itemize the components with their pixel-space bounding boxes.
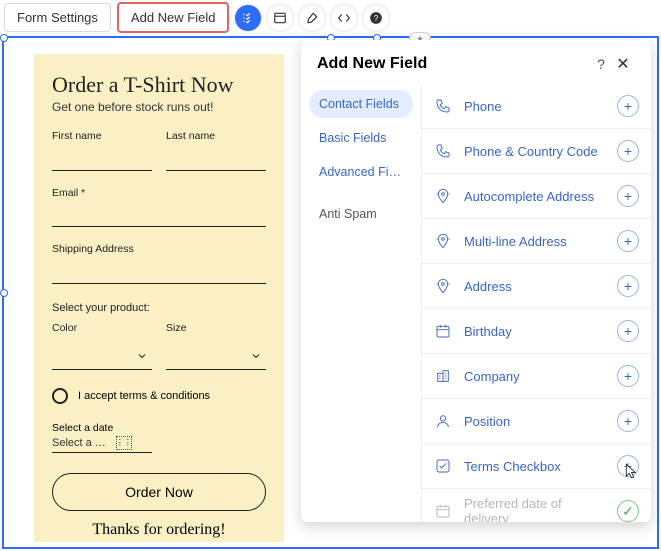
field-row[interactable]: Preferred date of delivery ✓ (422, 489, 651, 522)
date-placeholder: Select a … (52, 437, 106, 449)
order-now-button[interactable]: Order Now (52, 473, 266, 511)
form-preview: Order a T-Shirt Now Get one before stock… (34, 54, 284, 542)
nav-anti-spam[interactable]: Anti Spam (309, 200, 413, 228)
phone-icon (434, 143, 452, 159)
add-new-field-button[interactable]: Add New Field (117, 2, 230, 33)
panel-close-button[interactable]: ✕ (611, 54, 635, 74)
size-select[interactable] (166, 344, 266, 370)
first-name-input[interactable] (52, 153, 152, 171)
checklist-icon[interactable] (235, 5, 261, 31)
pin-icon (434, 188, 452, 204)
field-row[interactable]: Birthday + (422, 309, 651, 354)
add-field-button[interactable]: + (617, 365, 639, 387)
help-icon[interactable]: ? (363, 5, 389, 31)
field-row[interactable]: Autocomplete Address + (422, 174, 651, 219)
field-row[interactable]: Terms Checkbox + (422, 444, 651, 489)
add-field-button[interactable]: + (617, 140, 639, 162)
last-name-label: Last name (166, 130, 266, 142)
chevron-down-icon (250, 350, 262, 362)
chevron-down-icon (136, 350, 148, 362)
field-added-icon[interactable]: ✓ (617, 500, 639, 522)
field-label: Phone & Country Code (464, 144, 605, 159)
form-subtitle: Get one before stock runs out! (52, 100, 266, 114)
add-field-button[interactable]: + (617, 455, 639, 477)
add-field-button[interactable]: + (617, 320, 639, 342)
field-label: Position (464, 414, 605, 429)
field-row[interactable]: Multi-line Address + (422, 219, 651, 264)
thanks-text: Thanks for ordering! (52, 521, 266, 539)
color-label: Color (52, 322, 152, 334)
field-row[interactable]: Phone & Country Code + (422, 129, 651, 174)
terms-label: I accept terms & conditions (78, 390, 210, 402)
add-field-button[interactable]: + (617, 185, 639, 207)
cal-icon (434, 503, 452, 519)
add-field-button[interactable]: + (617, 410, 639, 432)
field-label: Birthday (464, 324, 605, 339)
field-label: Terms Checkbox (464, 459, 605, 474)
field-label: Preferred date of delivery (464, 496, 605, 522)
add-field-button[interactable]: + (617, 275, 639, 297)
brush-icon[interactable] (299, 5, 325, 31)
color-select[interactable] (52, 344, 152, 370)
date-picker[interactable]: Select a … ⋮⋮ (52, 436, 152, 453)
email-input[interactable] (52, 209, 266, 227)
panel-help-button[interactable]: ? (591, 56, 611, 72)
shipping-input[interactable] (52, 266, 266, 284)
pin-icon (434, 278, 452, 294)
panel-title: Add New Field (317, 55, 591, 73)
add-field-panel: Add New Field ? ✕ Contact Fields Basic F… (301, 40, 651, 522)
field-label: Phone (464, 99, 605, 114)
first-name-label: First name (52, 130, 152, 142)
layout-icon[interactable] (267, 5, 293, 31)
svg-text:?: ? (374, 13, 379, 22)
cal-icon (434, 323, 452, 339)
select-product-label: Select your product: (52, 302, 266, 314)
field-label: Multi-line Address (464, 234, 605, 249)
terms-radio[interactable] (52, 388, 68, 404)
phone-icon (434, 98, 452, 114)
add-field-button[interactable]: + (617, 230, 639, 252)
email-label: Email * (52, 187, 266, 199)
field-label: Company (464, 369, 605, 384)
size-label: Size (166, 322, 266, 334)
selection-handle[interactable] (0, 289, 8, 297)
check-icon (434, 458, 452, 474)
panel-nav: Contact Fields Basic Fields Advanced Fie… (301, 84, 421, 522)
field-row[interactable]: Position + (422, 399, 651, 444)
last-name-input[interactable] (166, 153, 266, 171)
pin-icon (434, 233, 452, 249)
shipping-label: Shipping Address (52, 243, 266, 255)
form-settings-button[interactable]: Form Settings (4, 3, 111, 32)
field-label: Address (464, 279, 605, 294)
field-list: Phone+Phone & Country Code+Autocomplete … (421, 84, 651, 522)
calendar-icon: ⋮⋮ (116, 436, 132, 450)
form-title: Order a T-Shirt Now (52, 72, 266, 98)
field-row[interactable]: Address + (422, 264, 651, 309)
date-label: Select a date (52, 422, 266, 434)
add-field-button[interactable]: + (617, 95, 639, 117)
bld-icon (434, 368, 452, 384)
user-icon (434, 413, 452, 429)
code-icon[interactable] (331, 5, 357, 31)
nav-advanced-fields[interactable]: Advanced Fie… (309, 158, 413, 186)
selection-handle[interactable] (0, 34, 8, 42)
nav-basic-fields[interactable]: Basic Fields (309, 124, 413, 152)
field-row[interactable]: Phone + (422, 84, 651, 129)
nav-contact-fields[interactable]: Contact Fields (309, 90, 413, 118)
field-row[interactable]: Company + (422, 354, 651, 399)
field-label: Autocomplete Address (464, 189, 605, 204)
